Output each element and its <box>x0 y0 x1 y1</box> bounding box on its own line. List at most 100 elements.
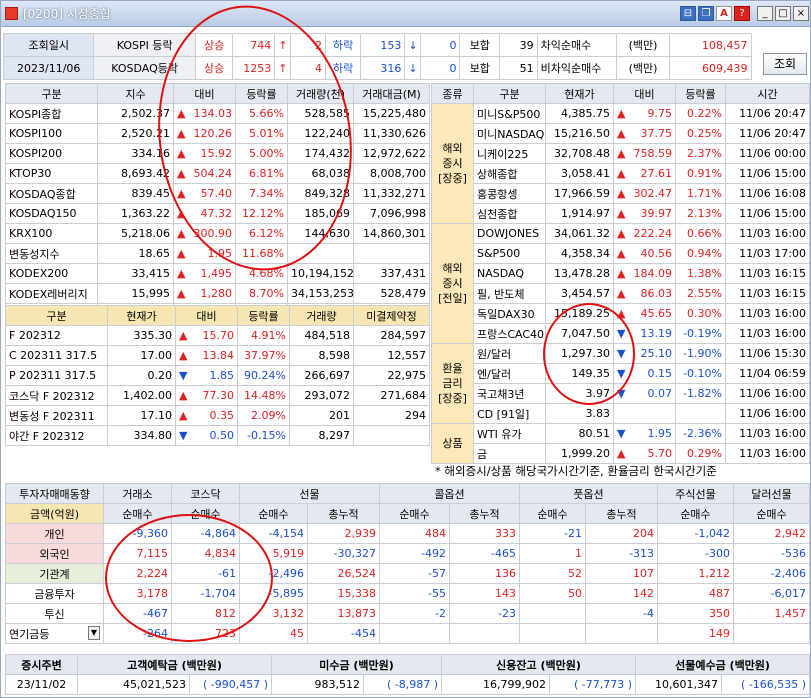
current-price: 15,216.50 <box>545 123 614 144</box>
volume: 174,432 <box>287 143 354 164</box>
table-row: 독일DAX30 15,189.25 ▲ 45.65 0.30% 11/03 16:00 <box>432 303 810 324</box>
unit-label: 금액(억원) <box>5 503 104 524</box>
restore-layout-icon[interactable]: ❐ <box>698 6 714 21</box>
current-price: 13,478.28 <box>545 263 614 284</box>
dropdown-arrow-icon[interactable]: ▼ <box>88 625 100 640</box>
net-amount: -454 <box>307 623 380 644</box>
current-price: 17.10 <box>107 405 176 426</box>
col-header: 미수금 (백만원) <box>270 654 443 675</box>
change-value: 120.26 <box>193 127 233 140</box>
change-value: 39.97 <box>640 207 673 220</box>
index-value: 18.65 <box>97 243 174 264</box>
query-button[interactable]: 조회 <box>763 53 807 75</box>
change-cell: ▲ 0.35 <box>175 405 238 426</box>
up-limit-arrow-icon: ↑ <box>274 33 291 57</box>
instrument-name: CD [91일] <box>473 403 546 424</box>
net-amount: -2,406 <box>733 563 810 584</box>
group-label-line: [장중] <box>438 392 467 405</box>
market-summary-window: [0200] 시장종합 ⊟ ❐ A ? _ □ × 조회일시 KOSPI 등락 … <box>0 0 811 698</box>
close-button[interactable]: × <box>793 6 809 21</box>
net-amount: 5,919 <box>239 543 308 564</box>
open-interest: 294 <box>353 405 430 426</box>
net-amount: 52 <box>519 563 586 584</box>
arbitrage-label: 차익순매수 <box>536 33 618 57</box>
change-value: 13.84 <box>202 349 235 362</box>
maximize-button[interactable]: □ <box>775 6 791 21</box>
change-rate: 0.29% <box>675 443 726 464</box>
col-header: 신용잔고 (백만원) <box>441 654 637 675</box>
net-amount: 350 <box>657 603 734 624</box>
change-rate: -0.10% <box>675 363 726 384</box>
volume: 34,153,253 <box>287 283 354 304</box>
change-cell: ▲ 120.26 <box>173 123 236 144</box>
query-date: 2023/11/06 <box>2 56 95 80</box>
up-limit-count: 4 <box>289 56 326 80</box>
net-amount: 136 <box>449 563 520 584</box>
change-rate: 0.66% <box>675 223 726 244</box>
font-icon[interactable]: A <box>716 6 732 21</box>
unpaid-value: 983,512 <box>271 674 364 695</box>
funds-date: 23/11/02 <box>5 674 78 695</box>
col-header: 등락률 <box>235 83 288 104</box>
change-cell: ▲ 27.61 <box>613 163 676 184</box>
up-limit-arrow-icon: ↑ <box>274 56 291 80</box>
open-interest: 12,557 <box>353 345 430 366</box>
arbitrage-value: 108,457 <box>668 33 752 57</box>
instrument-name: 심천종합 <box>473 203 546 224</box>
group-label: 상품 <box>431 423 474 464</box>
app-icon <box>5 7 18 20</box>
investor-type: 기관계 <box>5 563 104 584</box>
change-value: 134.03 <box>193 107 233 120</box>
change-value: 0.50 <box>209 429 235 442</box>
volume: 849,328 <box>287 183 354 204</box>
net-amount: -1,042 <box>657 523 734 544</box>
investor-type: 금융투자 <box>5 583 104 604</box>
table-row: KODEX레버리지 15,995 ▲ 1,280 8.70% 34,153,253 528,… <box>5 283 430 304</box>
group-label-line: [장중] <box>438 172 467 185</box>
down-arrow-icon: ▼ <box>617 367 626 380</box>
table-row: 미니NASDAQ 15,216.50 ▲ 37.75 0.25% 11/06 20:47 <box>432 123 810 144</box>
change-value: 0.07 <box>647 387 673 400</box>
up-arrow-icon: ▲ <box>177 147 186 160</box>
volume: 8,297 <box>289 425 354 446</box>
update-time: 11/06 20:47 <box>725 123 810 144</box>
update-time: 11/03 16:00 <box>725 303 810 324</box>
change-cell: ▲ 134.03 <box>173 103 236 124</box>
credit-change: ( -77,773 ) <box>549 674 637 695</box>
change-rate: -1.90% <box>675 343 726 364</box>
change-cell: ▲ 504.24 <box>173 163 236 184</box>
net-amount: -23 <box>449 603 520 624</box>
net-amount: 4,834 <box>171 543 240 564</box>
change-rate <box>675 403 726 424</box>
change-value: 1.85 <box>209 369 235 382</box>
layout-icon[interactable]: ⊟ <box>680 6 696 21</box>
index-name: KRX100 <box>5 223 98 244</box>
rise-label: 상승 <box>194 56 234 80</box>
col-header: 대비 <box>173 83 236 104</box>
change-rate: 0.94% <box>675 243 726 264</box>
volume: 484,518 <box>289 325 354 346</box>
change-rate: 8.70% <box>235 283 288 304</box>
help-icon[interactable]: ? <box>734 6 750 21</box>
minimize-button[interactable]: _ <box>757 6 773 21</box>
trade-amount: 528,479 <box>353 283 430 304</box>
breadth-market-label: KOSPI 등락 <box>93 33 196 57</box>
change-cell: ▲ 9.75 <box>613 103 676 124</box>
contract-name: 변동성 F 202311 <box>5 405 108 426</box>
update-time: 11/06 20:47 <box>725 103 810 124</box>
change-rate: 2.09% <box>237 405 290 426</box>
open-interest: 22,975 <box>353 365 430 386</box>
world-markets-table: 종류 구분 현재가 대비 등락률 시간 해외 증시 [장중] 미니S&P500 4,385.75 ▲… <box>431 83 810 464</box>
current-price: 334.80 <box>107 425 176 446</box>
up-arrow-icon: ▲ <box>177 107 186 120</box>
col-header: 선물 <box>239 483 380 504</box>
net-amount: -313 <box>585 543 658 564</box>
col-header: 증시주변 <box>5 654 78 675</box>
group-label-line: 금리 <box>442 377 463 390</box>
table-row: 해외 증시 [장중] 미니S&P500 4,385.75 ▲ 9.75 0.22% 11/06 … <box>431 103 810 224</box>
down-limit-arrow-icon: ↓ <box>404 33 421 57</box>
up-arrow-icon: ▲ <box>177 267 186 280</box>
change-value: 222.24 <box>633 227 673 240</box>
net-amount: -57 <box>379 563 450 584</box>
net-amount <box>519 603 586 624</box>
